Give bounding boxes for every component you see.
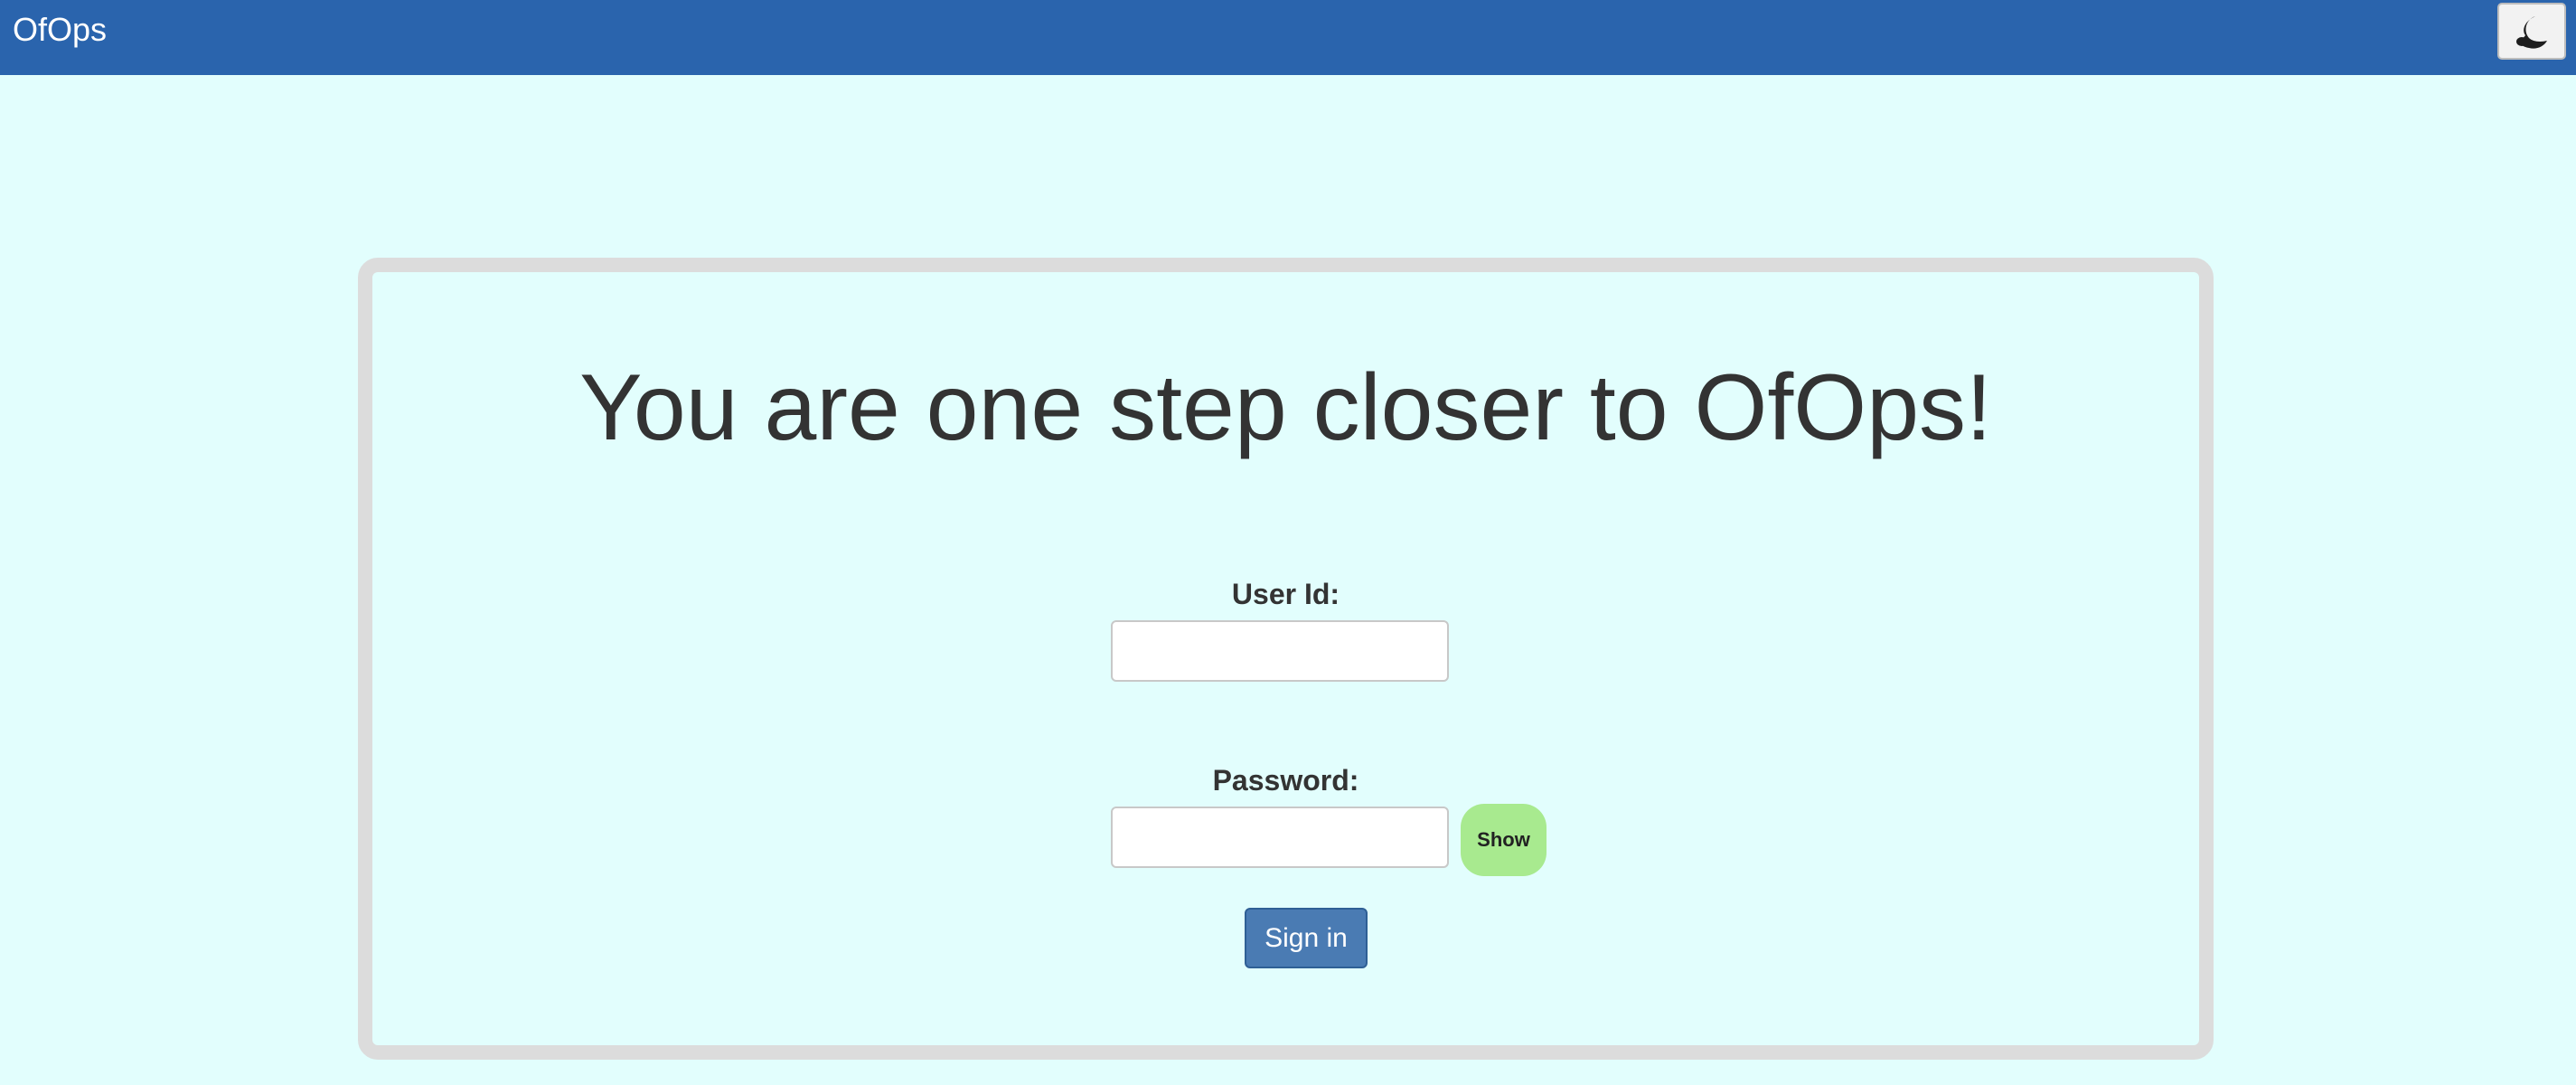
- sign-in-button[interactable]: Sign in: [1245, 908, 1368, 968]
- password-field[interactable]: [1111, 807, 1449, 868]
- moon-icon: [2511, 11, 2552, 52]
- theme-toggle-button[interactable]: [2497, 3, 2566, 60]
- user-id-label: User Id:: [1231, 578, 1340, 610]
- brand-title[interactable]: OfOps: [13, 11, 107, 49]
- login-card: You are one step closer to OfOps! User I…: [358, 258, 2214, 1060]
- user-id-field[interactable]: [1111, 620, 1449, 682]
- top-navbar: OfOps: [0, 0, 2576, 75]
- show-password-button[interactable]: Show: [1461, 804, 1547, 876]
- password-label: Password:: [1212, 764, 1359, 797]
- page-title: You are one step closer to OfOps!: [579, 355, 1992, 460]
